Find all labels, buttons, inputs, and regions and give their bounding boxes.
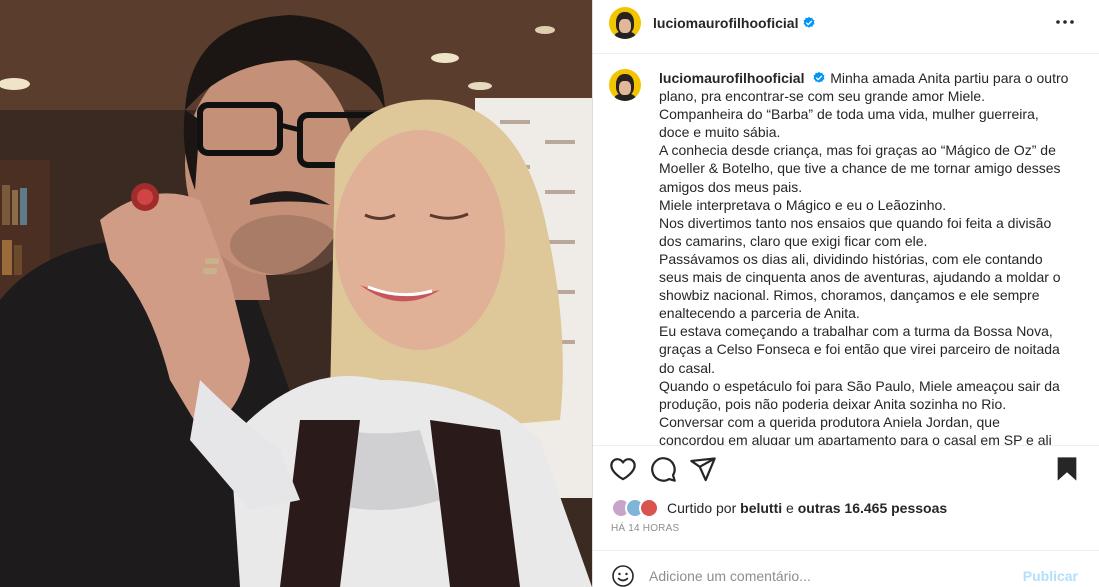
- send-icon[interactable]: [689, 455, 717, 483]
- bookmark-icon[interactable]: [1053, 455, 1081, 483]
- actions-divider: [593, 445, 1099, 446]
- action-bar: [593, 455, 1099, 485]
- likes-summary: Curtido por belutti e outras 16.465 pess…: [611, 498, 947, 518]
- post-photo[interactable]: [0, 0, 592, 587]
- likes-others-link[interactable]: outras 16.465 pessoas: [798, 500, 947, 516]
- post-photo-illustration: [0, 0, 592, 587]
- comment-divider: [593, 550, 1099, 551]
- more-options-button[interactable]: [1055, 12, 1075, 32]
- caption-line: Passávamos os dias ali, dividindo histór…: [659, 250, 1061, 322]
- caption-line: A conhecia desde criança, mas foi graças…: [659, 142, 1061, 195]
- verified-badge-icon: [813, 71, 825, 83]
- comment-icon[interactable]: [649, 455, 677, 483]
- likes-connector: e: [786, 500, 794, 516]
- caption-line: Miele interpretava o Mágico e eu o Leãoz…: [659, 196, 947, 213]
- caption-line: Eu estava começando a trabalhar com a tu…: [659, 323, 1060, 376]
- author-avatar[interactable]: [609, 6, 641, 39]
- caption-line: Nos divertimos tanto nos ensaios que qua…: [659, 214, 1052, 249]
- caption-avatar[interactable]: [609, 69, 641, 101]
- more-horizontal-icon: [1056, 20, 1074, 24]
- caption-row: luciomaurofilhooficial Minha amada Anita…: [609, 69, 1070, 445]
- likes-text: Curtido por belutti e outras 16.465 pess…: [667, 500, 947, 516]
- caption-text: luciomaurofilhooficial Minha amada Anita…: [659, 69, 1069, 445]
- post-timestamp[interactable]: HÁ 14 HORAS: [611, 523, 679, 534]
- comment-composer: Publicar: [593, 560, 1099, 587]
- caption-username[interactable]: luciomaurofilhooficial: [659, 70, 804, 86]
- heart-icon[interactable]: [609, 455, 637, 483]
- liker-avatar[interactable]: [639, 498, 659, 518]
- publish-button[interactable]: Publicar: [1023, 568, 1078, 584]
- comments-section[interactable]: luciomaurofilhooficial Minha amada Anita…: [593, 53, 1099, 445]
- caption-line: Conversar com a querida produtora Aniela…: [659, 413, 1052, 445]
- caption-line: Companheira do “Barba” de toda uma vida,…: [659, 106, 1039, 141]
- emoji-smiley-icon[interactable]: [611, 564, 635, 587]
- likes-user-link[interactable]: belutti: [740, 500, 782, 516]
- author-username[interactable]: luciomaurofilhooficial: [653, 15, 798, 31]
- likes-prefix: Curtido por: [667, 500, 737, 516]
- verified-badge-icon: [803, 16, 815, 28]
- post-side-panel: luciomaurofilhooficial luciomaurofilhoof…: [592, 0, 1099, 587]
- caption-line: Quando o espetáculo foi para São Paulo, …: [659, 377, 1060, 412]
- comment-input[interactable]: [649, 565, 1009, 587]
- post-header: luciomaurofilhooficial: [593, 0, 1099, 45]
